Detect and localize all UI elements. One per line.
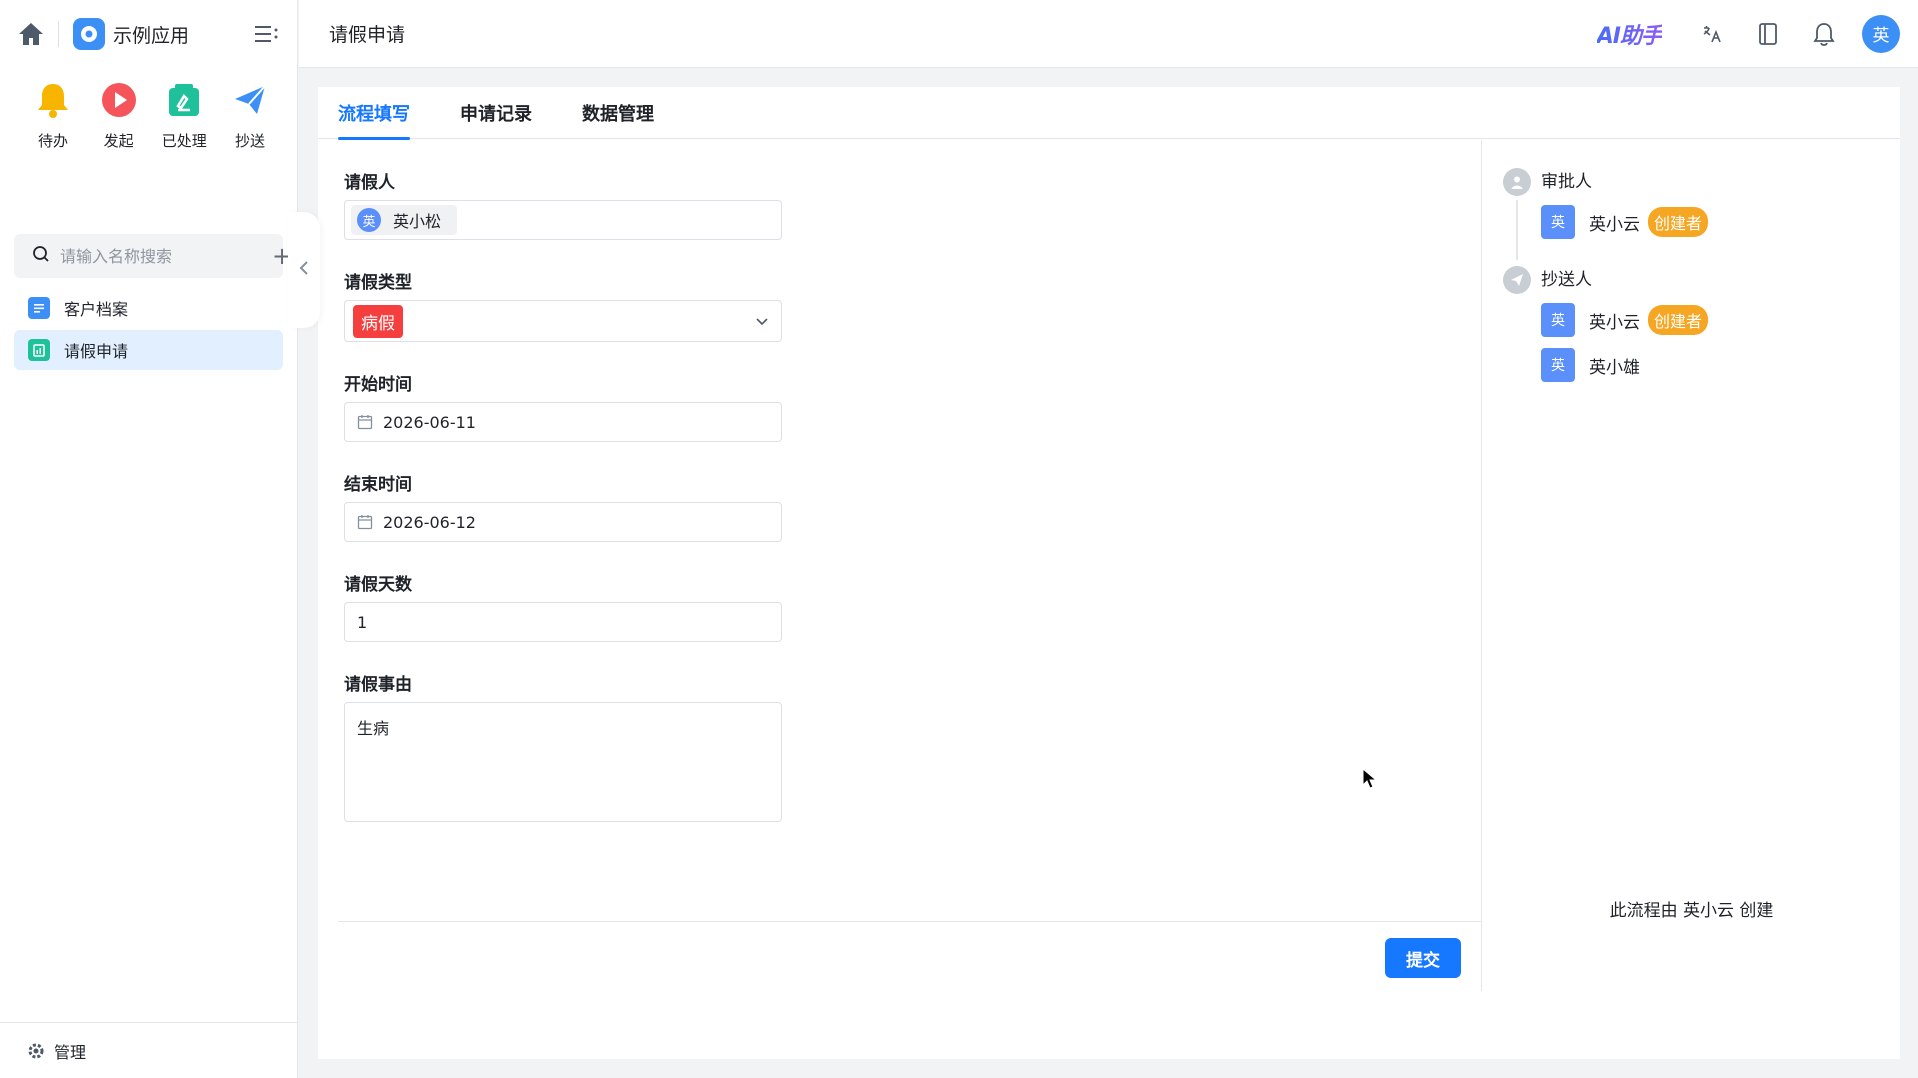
calendar-icon xyxy=(357,514,373,530)
main-panel: 流程填写 申请记录 数据管理 请假人 英 英小松 请假类型 病假 开始时间 20… xyxy=(318,87,1900,1059)
sidebar: 示例应用 待办 发起 已处理 抄送 请输入名称搜索 + 客户档案 请假申请 管理 xyxy=(0,0,298,1078)
app-name: 示例应用 xyxy=(113,24,190,47)
manage-label: 管理 xyxy=(54,1042,87,1062)
tab-flow-fill[interactable]: 流程填写 xyxy=(338,87,410,140)
search-bar: + xyxy=(14,234,292,278)
days-label: 请假天数 xyxy=(344,575,412,595)
nav-item-leave-request[interactable]: 请假申请 xyxy=(14,330,283,370)
search-input[interactable] xyxy=(60,246,260,266)
quick-initiate[interactable]: 发起 xyxy=(92,80,146,218)
approver-title: 审批人 xyxy=(1541,172,1592,192)
sidebar-header: 示例应用 xyxy=(0,0,297,68)
quick-label: 待办 xyxy=(37,132,68,150)
end-date-input[interactable]: 2026-06-12 xyxy=(344,502,782,542)
submit-button[interactable]: 提交 xyxy=(1385,938,1461,978)
cc-person: 英 英小雄 xyxy=(1541,347,1900,383)
days-value: 1 xyxy=(357,612,368,632)
approver-node: 审批人 英 英小云 创建者 xyxy=(1503,168,1900,260)
avatar: 英 xyxy=(1541,303,1575,337)
quick-cc[interactable]: 抄送 xyxy=(223,80,277,218)
reason-label: 请假事由 xyxy=(344,675,412,695)
avatar: 英 xyxy=(357,208,381,232)
nav-item-label: 请假申请 xyxy=(64,342,129,361)
chevron-down-icon xyxy=(755,312,769,331)
form-area: 请假人 英 英小松 请假类型 病假 开始时间 2026-06-11 结束时间 2… xyxy=(318,140,1482,991)
top-bar: 请假申请 AI助手 英 xyxy=(299,0,1918,68)
clipboard-icon xyxy=(28,339,50,361)
ai-assistant-button[interactable]: AI助手 xyxy=(1597,18,1663,50)
creator-badge: 创建者 xyxy=(1648,207,1709,237)
nav-item-customer-archive[interactable]: 客户档案 xyxy=(14,288,283,328)
quick-actions: 待办 发起 已处理 抄送 xyxy=(0,68,297,218)
nav-item-label: 客户档案 xyxy=(64,300,129,319)
form-footer: 提交 xyxy=(338,921,1481,991)
send-icon xyxy=(1503,266,1531,294)
translate-icon[interactable] xyxy=(1694,16,1730,52)
reason-value: 生病 xyxy=(357,719,390,738)
menu-toggle-icon[interactable] xyxy=(253,20,281,48)
start-date-value: 2026-06-11 xyxy=(383,412,476,432)
send-icon xyxy=(230,80,270,120)
avatar: 英 xyxy=(1541,348,1575,382)
leave-type-select[interactable]: 病假 xyxy=(344,300,782,342)
header-divider xyxy=(58,21,59,47)
days-input[interactable]: 1 xyxy=(344,602,782,642)
search-icon xyxy=(32,245,50,268)
tab-data-management[interactable]: 数据管理 xyxy=(582,87,654,139)
cc-title: 抄送人 xyxy=(1541,270,1592,290)
nav-list: 客户档案 请假申请 xyxy=(0,288,297,370)
creator-badge: 创建者 xyxy=(1648,305,1709,335)
mouse-cursor-icon xyxy=(1362,767,1378,795)
calendar-icon xyxy=(357,414,373,430)
end-date-value: 2026-06-12 xyxy=(383,512,476,532)
leave-type-tag: 病假 xyxy=(353,304,403,338)
user-avatar[interactable]: 英 xyxy=(1862,14,1900,53)
home-icon[interactable] xyxy=(16,19,46,49)
person-name: 英小云 xyxy=(1589,312,1640,333)
document-icon xyxy=(28,297,50,319)
collapse-sidebar-button[interactable] xyxy=(288,212,320,328)
end-time-label: 结束时间 xyxy=(344,475,412,495)
avatar: 英 xyxy=(1541,205,1575,239)
applicant-label: 请假人 xyxy=(344,173,395,193)
done-icon xyxy=(164,80,204,120)
reason-textarea[interactable]: 生病 xyxy=(344,702,782,822)
quick-todo[interactable]: 待办 xyxy=(26,80,80,218)
manage-button[interactable]: 管理 xyxy=(0,1022,298,1078)
person-name: 英小云 xyxy=(1589,214,1640,235)
tab-bar: 流程填写 申请记录 数据管理 xyxy=(318,87,1900,140)
chevron-left-icon xyxy=(299,260,309,281)
quick-processed[interactable]: 已处理 xyxy=(157,80,211,218)
quick-label: 发起 xyxy=(103,132,134,150)
person-icon xyxy=(1503,168,1531,196)
person-name: 英小雄 xyxy=(1589,357,1640,378)
quick-label: 已处理 xyxy=(161,132,207,150)
flow-connector xyxy=(1516,200,1518,260)
notification-bell-icon[interactable] xyxy=(1806,16,1842,52)
tab-application-records[interactable]: 申请记录 xyxy=(460,87,532,139)
app-logo xyxy=(73,18,105,50)
applicant-field[interactable]: 英 英小松 xyxy=(344,200,782,240)
approver-person: 英 英小云 创建者 xyxy=(1541,204,1900,240)
leave-type-label: 请假类型 xyxy=(344,273,412,293)
gear-icon xyxy=(28,1043,44,1059)
flow-panel: 审批人 英 英小云 创建者 抄送人 英 英小云 创建者 英 英小雄 此流程由 英… xyxy=(1483,140,1900,991)
start-time-label: 开始时间 xyxy=(344,375,412,395)
play-icon xyxy=(99,80,139,120)
bell-icon xyxy=(33,80,73,120)
cc-node: 抄送人 英 英小云 创建者 英 英小雄 xyxy=(1503,266,1900,383)
page-title: 请假申请 xyxy=(329,24,406,46)
book-icon[interactable] xyxy=(1750,16,1786,52)
applicant-chip: 英 英小松 xyxy=(351,205,458,235)
start-date-input[interactable]: 2026-06-11 xyxy=(344,402,782,442)
quick-label: 抄送 xyxy=(234,132,265,150)
created-by-text: 此流程由 英小云 创建 xyxy=(1609,901,1774,921)
cc-person: 英 英小云 创建者 xyxy=(1541,302,1900,338)
applicant-name: 英小松 xyxy=(393,212,442,231)
